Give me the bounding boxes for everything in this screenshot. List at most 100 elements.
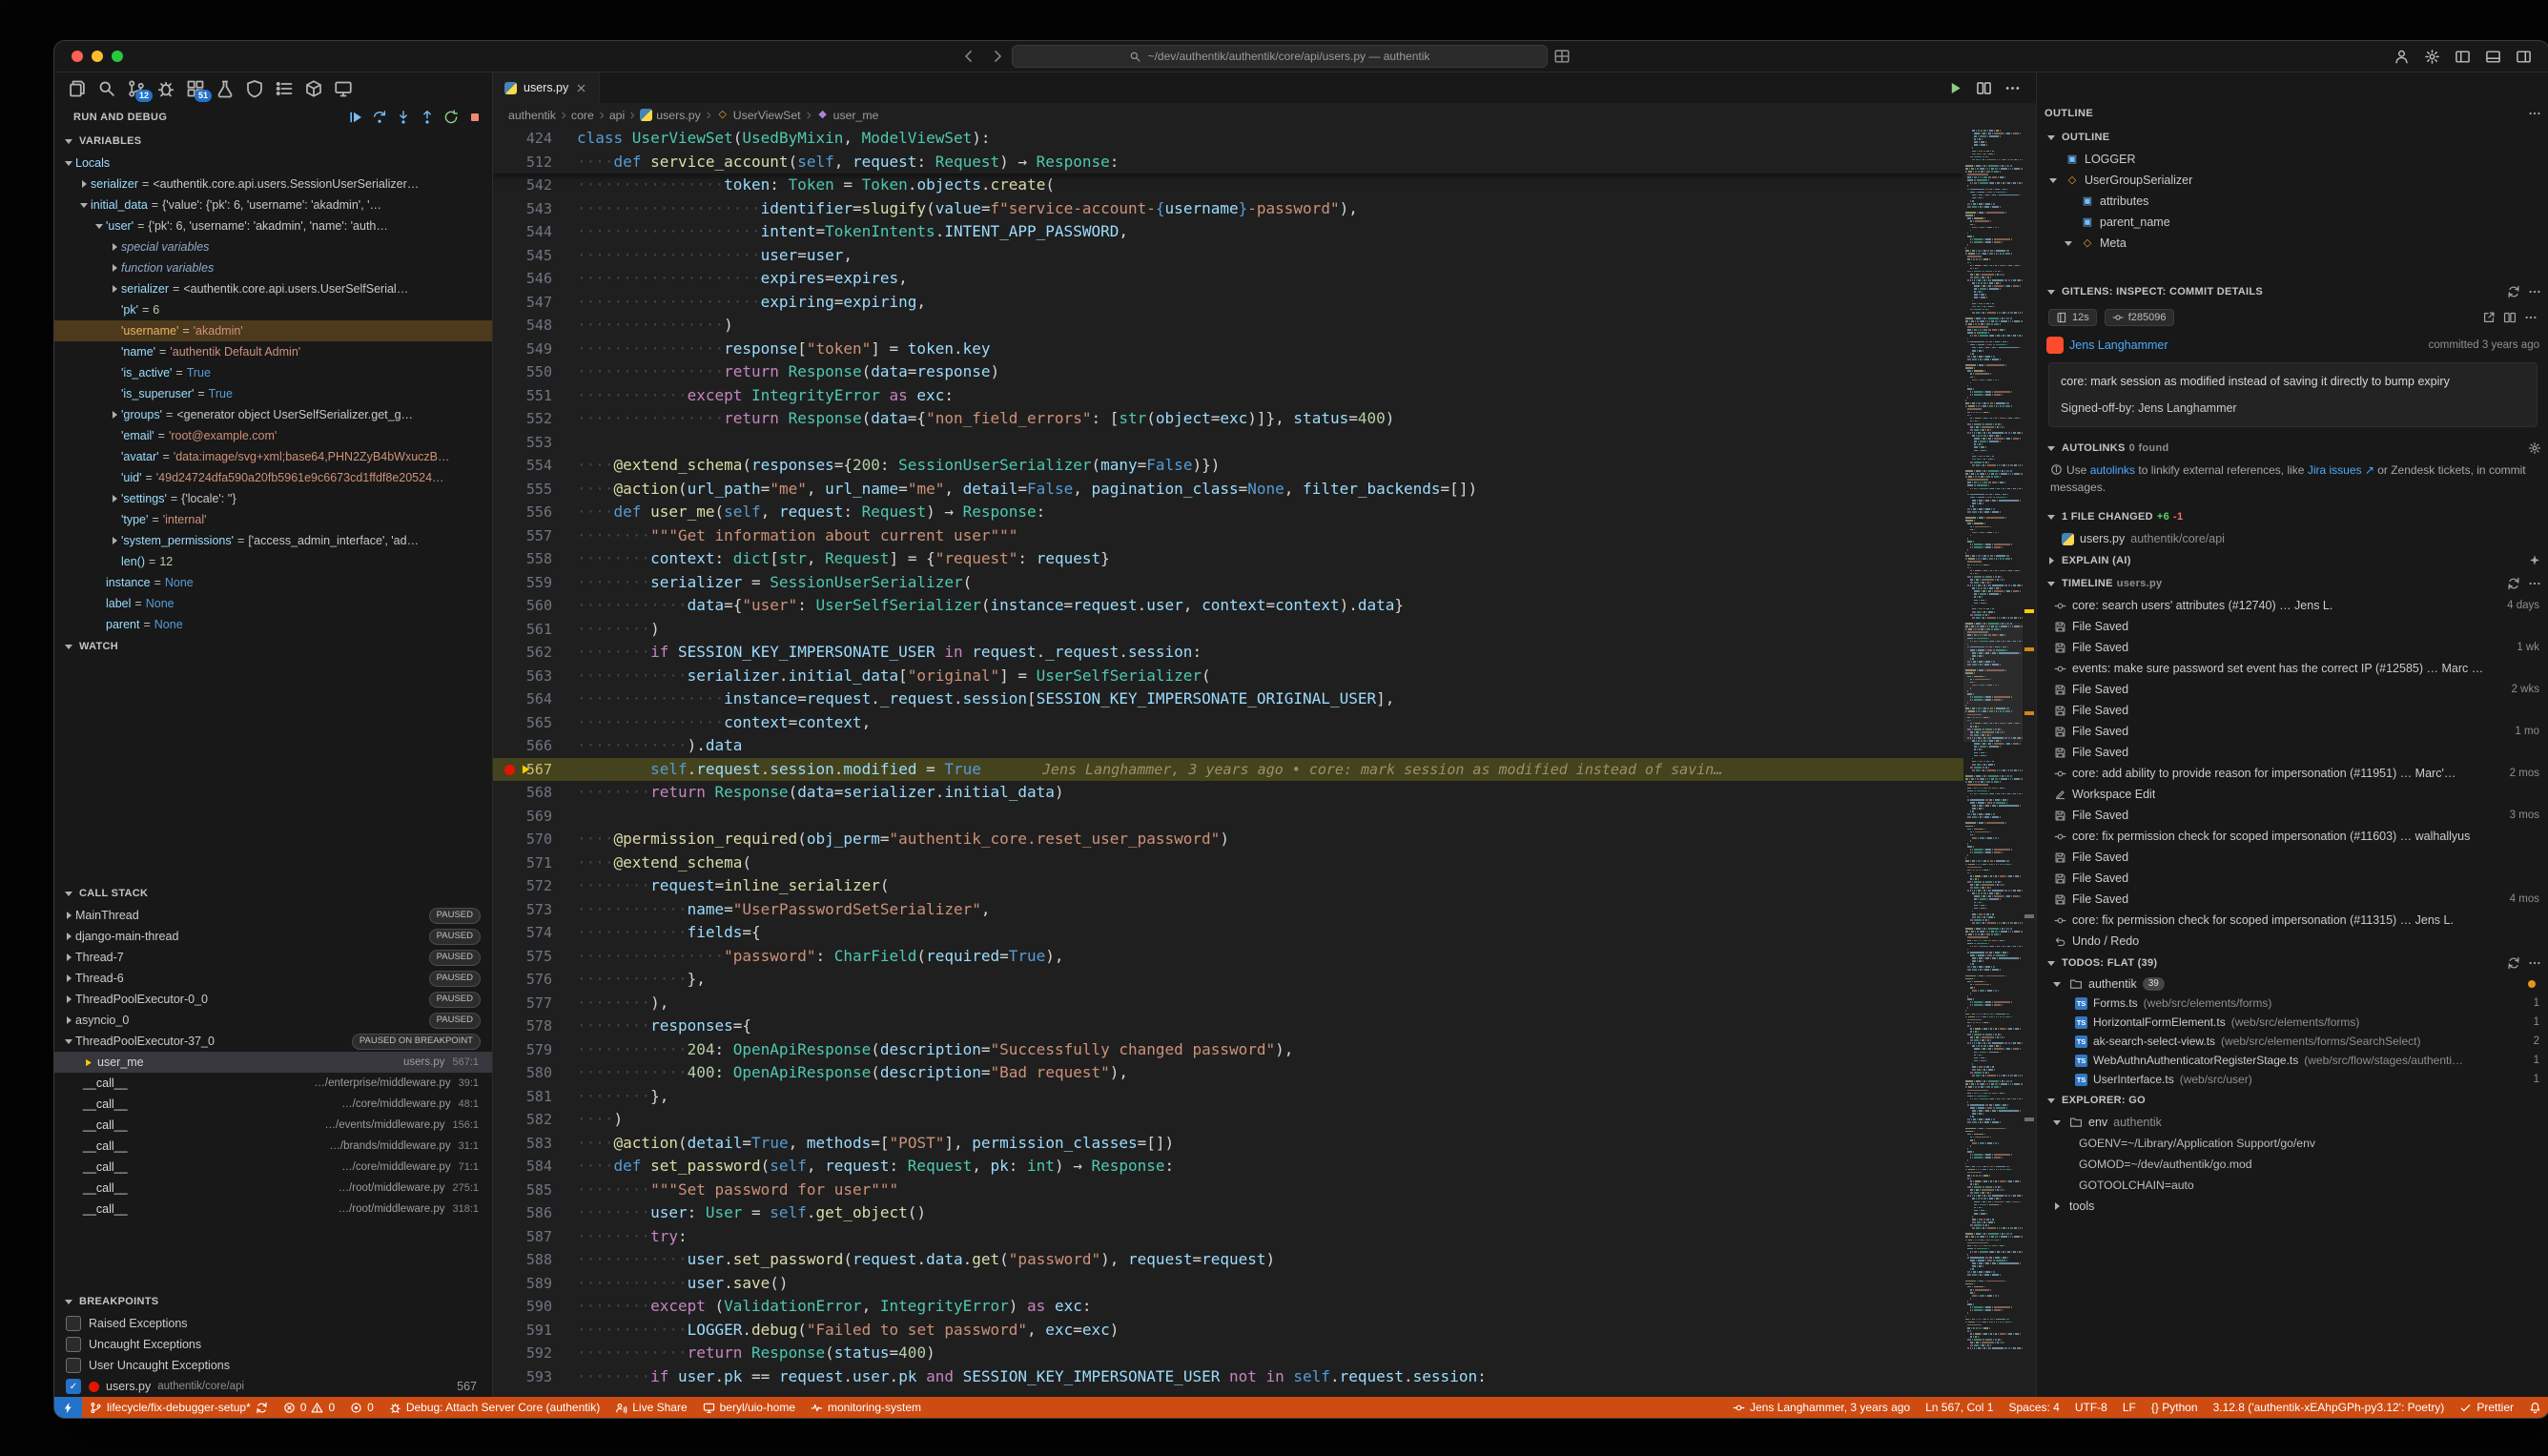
code-line[interactable]: 576············}, bbox=[493, 968, 1963, 992]
variable-row[interactable]: label=None bbox=[54, 593, 492, 614]
sparkle-icon[interactable] bbox=[2528, 554, 2541, 567]
explain-ai-section-header[interactable]: EXPLAIN (AI) bbox=[2037, 549, 2548, 572]
callstack-thread-row[interactable]: MainThreadPAUSED bbox=[54, 905, 492, 926]
watch-section-header[interactable]: WATCH bbox=[54, 635, 492, 658]
timeline-item[interactable]: Undo / Redo bbox=[2037, 931, 2548, 952]
gitlens-ref-badge[interactable]: 12s bbox=[2048, 309, 2097, 326]
breadcrumb-item[interactable]: core bbox=[571, 109, 594, 122]
settings-gear-icon[interactable] bbox=[2424, 49, 2440, 65]
code-line[interactable]: 545····················user=user, bbox=[493, 244, 1963, 268]
gitlens-icon[interactable] bbox=[245, 79, 264, 98]
more-icon[interactable] bbox=[2528, 577, 2541, 590]
variable-row[interactable]: len()=12 bbox=[54, 551, 492, 572]
variable-row[interactable]: 'name'='authentik Default Admin' bbox=[54, 341, 492, 362]
code-line[interactable]: 544····················intent=TokenInten… bbox=[493, 220, 1963, 244]
code-line[interactable]: 593········if user.pk == request.user.pk… bbox=[493, 1365, 1963, 1389]
stack-frame-row[interactable]: __call__…/core/middleware.py71:1 bbox=[54, 1157, 492, 1178]
callstack-thread-row[interactable]: ThreadPoolExecutor-37_0PAUSED ON BREAKPO… bbox=[54, 1031, 492, 1052]
layout-panel-icon[interactable] bbox=[2485, 49, 2501, 65]
layout-sidebar-left-icon[interactable] bbox=[2455, 49, 2471, 65]
statusbar-problems[interactable]: 00 bbox=[276, 1397, 342, 1418]
code-line[interactable]: 590········except (ValidationError, Inte… bbox=[493, 1295, 1963, 1319]
link-icon[interactable] bbox=[2482, 311, 2496, 324]
remote-explorer-icon[interactable] bbox=[334, 79, 353, 98]
timeline-item[interactable]: File Saved2 wks bbox=[2037, 679, 2548, 700]
sync-icon[interactable] bbox=[2507, 285, 2520, 298]
code-line[interactable]: 580············400: OpenApiResponse(desc… bbox=[493, 1061, 1963, 1085]
gear-icon[interactable] bbox=[2528, 441, 2541, 455]
outline-item[interactable]: ◇UserGroupSerializer bbox=[2037, 170, 2548, 191]
timeline-item[interactable]: File Saved bbox=[2037, 700, 2548, 721]
zoom-window-button[interactable] bbox=[112, 51, 123, 62]
variable-row[interactable]: 'is_active'=True bbox=[54, 362, 492, 383]
code-line[interactable]: 543····················identifier=slugif… bbox=[493, 197, 1963, 221]
statusbar-formatter[interactable]: Prettier bbox=[2452, 1397, 2521, 1418]
variables-section-header[interactable]: VARIABLES bbox=[54, 130, 492, 153]
source-control-icon[interactable]: 12 bbox=[127, 79, 146, 98]
outline-section-header[interactable]: OUTLINE bbox=[2037, 126, 2548, 149]
code-line[interactable]: 568········return Response(data=serializ… bbox=[493, 781, 1963, 805]
breadcrumb-item[interactable]: ◇UserViewSet bbox=[716, 109, 801, 122]
step-over-button-icon[interactable] bbox=[372, 110, 387, 125]
code-line[interactable]: 546····················expires=expires, bbox=[493, 267, 1963, 291]
commit-author-row[interactable]: Jens Langhammercommitted 3 years ago bbox=[2037, 332, 2548, 359]
files-changed-section-header[interactable]: 1 FILE CHANGED+6-1 bbox=[2037, 505, 2548, 528]
checkbox[interactable] bbox=[66, 1337, 81, 1352]
variable-row[interactable]: function variables bbox=[54, 257, 492, 278]
run-and-debug-icon[interactable] bbox=[156, 79, 175, 98]
go-env-row[interactable]: envauthentik bbox=[2037, 1112, 2548, 1133]
containers-icon[interactable] bbox=[304, 79, 323, 98]
statusbar-beryl-uio-home[interactable]: beryl/uio-home bbox=[695, 1397, 803, 1418]
code-line[interactable]: 559········serializer = SessionUserSeria… bbox=[493, 571, 1963, 595]
statusbar-cursor-position[interactable]: Ln 567, Col 1 bbox=[1918, 1397, 2001, 1418]
account-icon[interactable] bbox=[2394, 49, 2410, 65]
extensions-icon[interactable]: 51 bbox=[186, 79, 205, 98]
variable-row[interactable]: 'settings'={'locale': ''} bbox=[54, 488, 492, 509]
breadcrumb-item[interactable]: ◆user_me bbox=[816, 109, 879, 122]
callstack-thread-row[interactable]: Thread-7PAUSED bbox=[54, 947, 492, 968]
run-python-file-button-icon[interactable] bbox=[1947, 80, 1963, 96]
statusbar-live-share[interactable]: Live Share bbox=[607, 1397, 694, 1418]
statusbar-eol[interactable]: LF bbox=[2115, 1397, 2144, 1418]
statusbar-indentation[interactable]: Spaces: 4 bbox=[2001, 1397, 2066, 1418]
testing-icon[interactable] bbox=[216, 79, 235, 98]
code-line[interactable]: 556····def user_me(self, request: Reques… bbox=[493, 501, 1963, 524]
statusbar-notifications[interactable] bbox=[2521, 1397, 2548, 1418]
close-window-button[interactable] bbox=[72, 51, 83, 62]
stack-frame-row[interactable]: __call__…/brands/middleware.py31:1 bbox=[54, 1136, 492, 1157]
statusbar-debug-session[interactable]: Debug: Attach Server Core (authentik) bbox=[381, 1397, 607, 1418]
code-line[interactable]: 587········try: bbox=[493, 1225, 1963, 1249]
tab-users-py[interactable]: users.py bbox=[493, 72, 600, 103]
callstack-thread-row[interactable]: asyncio_0PAUSED bbox=[54, 1010, 492, 1031]
code-line[interactable]: 547····················expiring=expiring… bbox=[493, 291, 1963, 315]
breakpoint-item[interactable]: Raised Exceptions bbox=[54, 1313, 492, 1334]
code-line[interactable]: 569 bbox=[493, 805, 1963, 829]
variable-row[interactable]: special variables bbox=[54, 236, 492, 257]
sticky-line[interactable]: 512····def service_account(self, request… bbox=[493, 151, 1963, 174]
explorer-go-section-header[interactable]: EXPLORER: GO bbox=[2037, 1089, 2548, 1112]
variable-row[interactable]: 'avatar'='data:image/svg+xml;base64,PHN2… bbox=[54, 446, 492, 467]
commit-ref[interactable]: f285096 bbox=[2105, 309, 2174, 326]
code-line[interactable]: 555····@action(url_path="me", url_name="… bbox=[493, 478, 1963, 502]
code-line[interactable]: 548················) bbox=[493, 314, 1963, 338]
variable-row[interactable]: initial_data={'value': {'pk': 6, 'userna… bbox=[54, 195, 492, 215]
code-line[interactable]: 557········"""Get information about curr… bbox=[493, 524, 1963, 548]
code-line[interactable]: 571····@extend_schema( bbox=[493, 851, 1963, 875]
customize-layout-icon[interactable] bbox=[1553, 48, 1571, 65]
code-line[interactable]: 583····@action(detail=True, methods=["PO… bbox=[493, 1132, 1963, 1156]
code-line[interactable]: 578········responses={ bbox=[493, 1015, 1963, 1038]
go-env-value[interactable]: GOENV=~/Library/Application Support/go/e… bbox=[2037, 1133, 2548, 1154]
todo-file-item[interactable]: TSWebAuthnAuthenticatorRegisterStage.ts(… bbox=[2037, 1051, 2548, 1070]
variable-row[interactable]: 'groups'=<generator object UserSelfSeria… bbox=[54, 404, 492, 425]
callstack-thread-row[interactable]: ThreadPoolExecutor-0_0PAUSED bbox=[54, 989, 492, 1010]
code-line[interactable]: 591············LOGGER.debug("Failed to s… bbox=[493, 1319, 1963, 1343]
outline-item[interactable]: ▣parent_name bbox=[2037, 212, 2548, 233]
code-line[interactable]: 565················context=context, bbox=[493, 711, 1963, 735]
gitlens-section-header[interactable]: GITLENS: INSPECT: COMMIT DETAILS bbox=[2037, 280, 2548, 303]
timeline-item[interactable]: File Saved bbox=[2037, 847, 2548, 868]
continue-button-icon[interactable] bbox=[348, 110, 363, 125]
breadcrumb-item[interactable]: api bbox=[609, 109, 625, 122]
code-line[interactable]: 589············user.save() bbox=[493, 1272, 1963, 1296]
variable-row[interactable]: 'type'='internal' bbox=[54, 509, 492, 530]
statusbar-git-branch[interactable]: lifecycle/fix-debugger-setup* bbox=[82, 1397, 276, 1418]
